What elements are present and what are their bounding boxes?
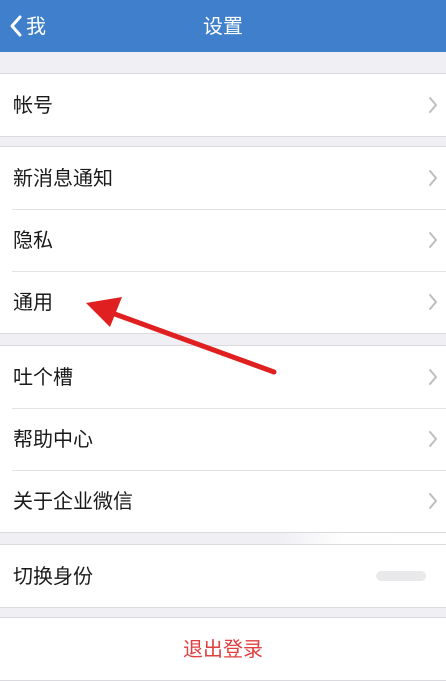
settings-group-account: 帐号 bbox=[0, 73, 446, 137]
settings-item-label: 帐号 bbox=[13, 93, 53, 117]
settings-item-privacy[interactable]: 隐私 bbox=[0, 209, 446, 271]
chevron-right-icon bbox=[429, 170, 437, 186]
settings-group-support: 吐个槽 帮助中心 关于企业微信 bbox=[0, 345, 446, 533]
settings-item-label: 通用 bbox=[13, 290, 53, 314]
settings-item-general[interactable]: 通用 bbox=[0, 271, 446, 333]
logout-button[interactable]: 退出登录 bbox=[0, 617, 446, 681]
chevron-right-icon bbox=[429, 369, 437, 385]
blurred-value bbox=[376, 571, 426, 581]
chevron-right-icon bbox=[429, 97, 437, 113]
settings-item-label: 关于企业微信 bbox=[13, 489, 133, 513]
page-title: 设置 bbox=[203, 14, 243, 38]
chevron-right-icon bbox=[429, 493, 437, 509]
settings-item-about[interactable]: 关于企业微信 bbox=[0, 470, 446, 532]
settings-item-account[interactable]: 帐号 bbox=[0, 74, 446, 136]
settings-item-label: 吐个槽 bbox=[13, 365, 73, 389]
settings-item-label: 切换身份 bbox=[13, 564, 93, 588]
nav-bar: 我 设置 bbox=[0, 0, 446, 52]
settings-item-switch-identity[interactable]: 切换身份 bbox=[0, 545, 446, 607]
settings-item-label: 帮助中心 bbox=[13, 427, 93, 451]
chevron-right-icon bbox=[429, 431, 437, 447]
logout-label: 退出登录 bbox=[183, 637, 263, 661]
settings-item-feedback[interactable]: 吐个槽 bbox=[0, 346, 446, 408]
chevron-right-icon bbox=[429, 232, 437, 248]
chevron-right-icon bbox=[429, 294, 437, 310]
settings-group-identity: 切换身份 bbox=[0, 544, 446, 608]
settings-item-label: 隐私 bbox=[13, 228, 53, 252]
settings-item-notifications[interactable]: 新消息通知 bbox=[0, 147, 446, 209]
settings-group-main: 新消息通知 隐私 通用 bbox=[0, 146, 446, 334]
settings-item-help-center[interactable]: 帮助中心 bbox=[0, 408, 446, 470]
settings-item-label: 新消息通知 bbox=[13, 166, 113, 190]
